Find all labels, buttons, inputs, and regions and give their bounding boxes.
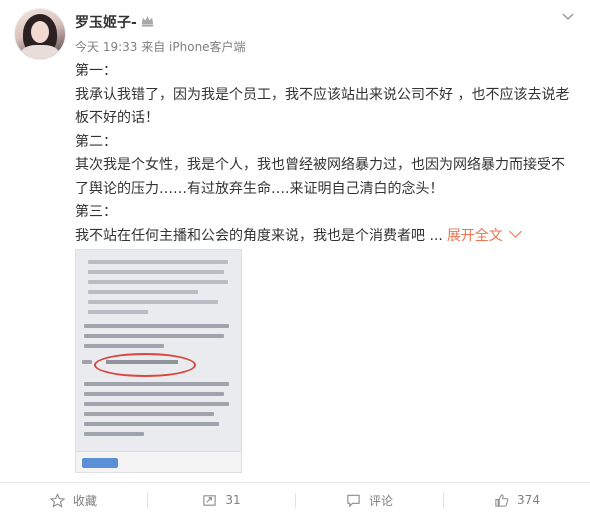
- content-line: 第二：: [75, 133, 117, 150]
- action-bar: 收藏 31 评论 374: [0, 483, 590, 517]
- content-line: 第一：: [75, 63, 117, 79]
- vip-icon[interactable]: [140, 13, 155, 28]
- content-truncated: 我不站在任何主播和公会的角度来说，我也是个消费者吧 ...: [75, 227, 443, 244]
- content-line: 其次我是个女性，我是个人，我也曾经被网络暴力过，也因为网络暴力而接受不了舆论的压…: [75, 157, 565, 197]
- content-line-last: 我不站在任何主播和公会的角度来说，我也是个消费者吧 ... 展开全文: [75, 224, 575, 249]
- like-button[interactable]: 374: [444, 483, 590, 517]
- content-line: 第三：: [75, 204, 117, 220]
- chevron-down-icon[interactable]: [560, 8, 576, 24]
- like-count: 374: [517, 493, 540, 507]
- favorite-button[interactable]: 收藏: [0, 483, 147, 517]
- circled-law-title: [94, 353, 196, 377]
- repost-button[interactable]: 31: [148, 483, 295, 517]
- image-tag: [82, 458, 118, 468]
- avatar-body: [21, 45, 59, 59]
- username[interactable]: 罗玉姬子-: [75, 12, 137, 32]
- post-content: 第一： 我承认我错了，因为我是个员工，我不应该站出来说公司不好 ，也不应该去说老…: [75, 60, 575, 248]
- avatar-face: [31, 21, 49, 43]
- content-line: 我承认我错了，因为我是个员工，我不应该站出来说公司不好 ，也不应该去说老板不好的…: [75, 86, 570, 127]
- post-meta: 今天 19:33 来自 iPhone客户端: [75, 38, 246, 55]
- expand-chevron-icon[interactable]: [508, 224, 522, 238]
- post-image[interactable]: [75, 249, 242, 473]
- repost-count: 31: [225, 493, 241, 507]
- repost-icon: [203, 494, 217, 506]
- comment-icon: [347, 494, 360, 507]
- thumbs-up-icon: [495, 493, 509, 507]
- star-icon: [49, 492, 65, 508]
- avatar[interactable]: [14, 8, 66, 60]
- comment-label: 评论: [368, 493, 393, 508]
- expand-label[interactable]: 展开全文: [447, 228, 503, 244]
- comment-button[interactable]: 评论: [296, 483, 443, 517]
- favorite-label: 收藏: [72, 493, 97, 508]
- post-source: 来自 iPhone客户端: [141, 40, 246, 54]
- post-time[interactable]: 今天 19:33: [75, 40, 137, 54]
- expand-full-text-button[interactable]: 展开全文: [447, 224, 522, 244]
